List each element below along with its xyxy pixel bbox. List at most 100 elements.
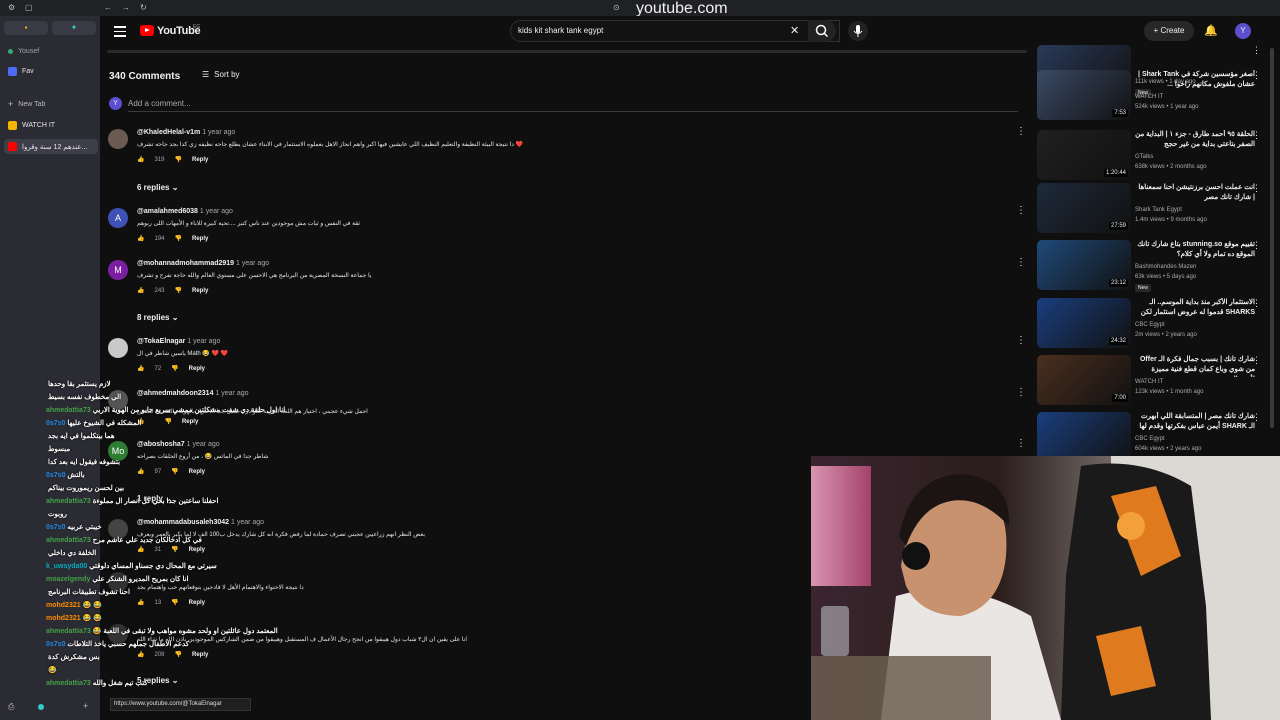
comment-author[interactable]: @mohannadmohammad2919	[137, 260, 234, 267]
comment-avatar[interactable]: M	[108, 260, 128, 280]
dislike-icon[interactable]: 👎	[164, 418, 171, 425]
comment-time[interactable]: 1 year ago	[215, 390, 248, 397]
like-icon[interactable]: 👍	[137, 235, 144, 242]
pinned-tab-icon[interactable]: ✦	[52, 21, 96, 35]
comment-author[interactable]: @KhaledHelal-v1m	[137, 129, 200, 136]
clear-search-icon[interactable]: ✕	[790, 24, 799, 37]
more-options-icon[interactable]: ⋮	[1252, 183, 1261, 194]
reply-button[interactable]: Reply	[189, 469, 205, 475]
dislike-icon[interactable]: 👎	[175, 156, 182, 163]
sidebar-toggle-icon[interactable]: ▢	[25, 3, 33, 12]
downloads-icon[interactable]: ⎙	[8, 702, 14, 712]
video-title[interactable]: انت عملت احسن برزنتيشن احنا سمعناها | شا…	[1135, 183, 1255, 203]
scrollbar[interactable]	[1270, 48, 1274, 428]
video-thumbnail[interactable]: 1:20:44	[1037, 130, 1131, 180]
chat-username[interactable]: ahmedattia73	[46, 680, 91, 687]
video-title[interactable]: تقييم موقع stunning.so بتاع شارك تانك ال…	[1135, 240, 1255, 260]
chat-username[interactable]: mohd2321	[46, 615, 81, 622]
recommended-video[interactable]: 27:59 انت عملت احسن برزنتيشن احنا سمعناها…	[1037, 183, 1267, 233]
chat-username[interactable]: moazelgendy	[46, 576, 90, 583]
notifications-bell-icon[interactable]: 🔔	[1204, 24, 1218, 37]
dislike-icon[interactable]: 👎	[175, 287, 182, 294]
recommended-video[interactable]: 1:20:44 الحلقة ٩٥ أحمد طارق - جزء ١ | الب…	[1037, 130, 1267, 180]
search-button[interactable]	[808, 20, 836, 42]
voice-search-button[interactable]	[848, 21, 868, 41]
dislike-icon[interactable]: 👎	[171, 468, 178, 475]
video-title[interactable]: أصغر مؤسسين شركة في Shark Tank | عشان مل…	[1135, 70, 1255, 90]
comment-author[interactable]: @TokaElnagar	[137, 338, 185, 345]
like-icon[interactable]: 👍	[137, 651, 144, 658]
comment-author[interactable]: @amalahmed6038	[137, 208, 198, 215]
chat-username[interactable]: ahmedattia73	[46, 537, 91, 544]
reply-button[interactable]: Reply	[192, 652, 208, 658]
more-options-icon[interactable]: ⋮	[1016, 205, 1026, 216]
dislike-icon[interactable]: 👎	[171, 599, 178, 606]
chat-username[interactable]: k_uwsyda00	[46, 563, 87, 570]
space-dot-icon[interactable]	[38, 704, 44, 710]
more-options-icon[interactable]: ⋮	[1252, 70, 1261, 81]
more-options-icon[interactable]: ⋮	[1016, 126, 1026, 137]
reply-button[interactable]: Reply	[189, 547, 205, 553]
filter-icon[interactable]: ≡	[688, 3, 693, 12]
more-options-icon[interactable]: ⋮	[1252, 412, 1261, 423]
dislike-icon[interactable]: 👎	[175, 651, 182, 658]
comment-time[interactable]: 1 year ago	[202, 129, 235, 136]
dislike-icon[interactable]: 👎	[171, 546, 178, 553]
chat-username[interactable]: 0s7s0	[46, 420, 65, 427]
forward-icon[interactable]: →	[122, 3, 130, 12]
video-thumbnail[interactable]: 24:32	[1037, 298, 1131, 348]
add-comment-input[interactable]: Add a comment...	[128, 99, 1018, 112]
add-space-icon[interactable]: +	[83, 701, 88, 711]
reload-icon[interactable]: ↻	[140, 3, 147, 12]
create-button[interactable]: + Create	[1144, 21, 1194, 41]
like-icon[interactable]: 👍	[137, 468, 144, 475]
channel-name[interactable]: WATCH IT	[1135, 379, 1163, 385]
chat-username[interactable]: ahmedattia73	[46, 628, 91, 635]
like-icon[interactable]: 👍	[137, 599, 144, 606]
more-options-icon[interactable]: ⋮	[1252, 45, 1261, 56]
more-options-icon[interactable]: ⋮	[1016, 387, 1026, 398]
channel-name[interactable]: Shark Tank Egypt	[1135, 207, 1182, 213]
channel-name[interactable]: CBC Egypt	[1135, 436, 1165, 442]
comment-avatar[interactable]	[108, 338, 128, 358]
more-options-icon[interactable]: ⋮	[1016, 257, 1026, 268]
comment-time[interactable]: 1 year ago	[187, 338, 220, 345]
sidebar-item-new-tab[interactable]: + New Tab	[8, 99, 45, 109]
search-input[interactable]: kids kit shark tank egypt	[518, 26, 603, 35]
site-info-icon[interactable]: ⊙	[613, 3, 620, 12]
sort-button[interactable]: ☰ Sort by	[202, 70, 240, 79]
comment-time[interactable]: 1 year ago	[231, 519, 264, 526]
comment-author[interactable]: @ahmedmahdoon2314	[137, 390, 213, 397]
sidebar-item-watchit[interactable]: WATCH IT	[8, 121, 55, 130]
comment-author[interactable]: @mohammadabusaleh3042	[137, 519, 229, 526]
dislike-icon[interactable]: 👎	[175, 235, 182, 242]
back-icon[interactable]: ←	[104, 3, 112, 12]
more-options-icon[interactable]: ⋮	[1252, 240, 1261, 251]
recommended-video[interactable]: 7:00 شارك تانك | بسبب جمال فكرة الـ Offer…	[1037, 355, 1267, 405]
recommended-video[interactable]: 23:12 تقييم موقع stunning.so بتاع شارك تا…	[1037, 240, 1267, 292]
channel-name[interactable]: GTalks	[1135, 154, 1153, 160]
recommended-video[interactable]: 24:32 الاستثمار الأكبر منذ بداية الموسم..…	[1037, 298, 1267, 348]
reply-button[interactable]: Reply	[192, 236, 208, 242]
comment-avatar[interactable]	[108, 129, 128, 149]
more-options-icon[interactable]: ⋮	[1016, 438, 1026, 449]
video-title[interactable]: شارك تانك مصر | المتسابقة اللي أبهرت الـ…	[1135, 412, 1255, 432]
pinned-tab-icon[interactable]: ▪	[4, 21, 48, 35]
video-thumbnail[interactable]	[1037, 412, 1131, 462]
video-title[interactable]: الاستثمار الأكبر منذ بداية الموسم.. الـ …	[1135, 298, 1255, 320]
comment-author[interactable]: @aboshosha7	[137, 441, 185, 448]
more-options-icon[interactable]: ⋮	[1016, 335, 1026, 346]
chat-username[interactable]: 0s7s0	[46, 641, 65, 648]
chat-username[interactable]: 0s7s0	[46, 472, 65, 479]
channel-name[interactable]: CBC Egypt	[1135, 322, 1165, 328]
reply-button[interactable]: Reply	[182, 419, 198, 425]
chat-username[interactable]: ahmedattia73	[46, 407, 91, 414]
menu-icon[interactable]	[114, 26, 126, 40]
replies-toggle[interactable]: 6 replies ⌄	[137, 183, 178, 192]
replies-toggle[interactable]: 8 replies ⌄	[137, 313, 178, 322]
comment-time[interactable]: 1 year ago	[187, 441, 220, 448]
recommended-video[interactable]: شارك تانك مصر | المتسابقة اللي أبهرت الـ…	[1037, 412, 1267, 462]
more-options-icon[interactable]: ⋮	[1252, 130, 1261, 141]
chat-username[interactable]: ahmedattia73	[46, 498, 91, 505]
sidebar-item-fav[interactable]: Fav	[8, 67, 34, 76]
